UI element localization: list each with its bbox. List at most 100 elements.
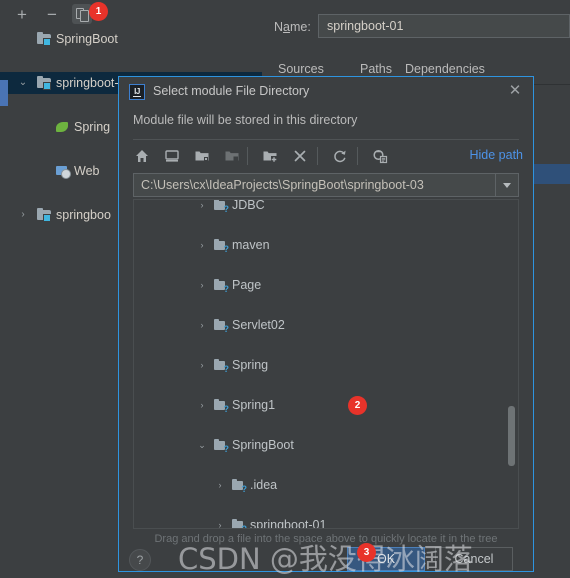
minus-icon: − (47, 4, 57, 24)
plus-icon: + (17, 4, 27, 24)
tree-row[interactable]: › ? Servlet02 (134, 315, 518, 335)
module-tree-label: SpringBoot (56, 32, 118, 46)
refresh-button[interactable] (327, 143, 353, 169)
tree-row[interactable]: ⌄ ? SpringBoot (134, 435, 518, 455)
module-tree-label: springboo (56, 208, 111, 222)
tree-row[interactable]: › ? maven (134, 235, 518, 255)
folder-unknown-icon: ? (232, 519, 247, 528)
tree-row[interactable]: › ? Spring (134, 355, 518, 375)
tab-paths[interactable]: Paths (360, 62, 392, 76)
file-tree-rows: › ? JDBC › ? maven › ? Page › ? Servlet0… (134, 199, 518, 529)
remove-module-button[interactable]: − (42, 4, 62, 24)
show-hidden-icon (373, 149, 388, 164)
copy-icon (75, 7, 89, 22)
chevron-right-icon[interactable]: › (214, 475, 226, 495)
tab-dependencies[interactable]: Dependencies (405, 62, 485, 76)
chevron-down-icon[interactable] (495, 174, 518, 196)
select-module-file-directory-dialog: IJ Select module File Directory ✕ Module… (118, 76, 534, 572)
chevron-right-icon[interactable]: › (196, 275, 208, 295)
tree-row[interactable]: › ? JDBC (134, 199, 518, 215)
project-folder-button[interactable] (189, 143, 215, 169)
module-name-input[interactable]: springboot-01 (318, 14, 570, 38)
tree-row[interactable]: › ? Spring1 (134, 395, 518, 415)
folder-unknown-icon: ? (214, 359, 229, 374)
toolbar-divider (357, 147, 358, 165)
intellij-icon-text: IJ (133, 87, 141, 97)
module-tree-label: Web (74, 164, 100, 178)
chevron-right-icon[interactable]: › (196, 395, 208, 415)
tree-row-label: Page (232, 278, 262, 292)
step-badge-2: 2 (348, 396, 367, 415)
folder-unknown-icon: ? (214, 200, 229, 214)
desktop-icon (165, 150, 179, 162)
module-toolbar: + − 1 (0, 0, 262, 28)
dialog-subtitle: Module file will be stored in this direc… (133, 113, 358, 127)
delete-button[interactable] (287, 143, 313, 169)
selection-marker (0, 80, 8, 106)
file-chooser-toolbar: Hide path (129, 143, 525, 169)
chevron-down-icon[interactable]: ⌄ (196, 435, 208, 455)
tree-row-label: JDBC (232, 199, 265, 212)
file-tree[interactable]: › ? JDBC › ? maven › ? Page › ? Servlet0… (133, 199, 519, 529)
new-folder-icon (263, 151, 277, 162)
name-label-mnemonic: a (283, 20, 290, 34)
spring-leaf-icon (56, 122, 68, 132)
home-button[interactable] (129, 143, 155, 169)
chevron-right-icon[interactable]: › (196, 200, 208, 215)
folder-unknown-icon: ? (214, 399, 229, 414)
step-badge-1: 1 (89, 2, 108, 21)
tree-row[interactable]: › ? springboot-01 (134, 515, 518, 529)
add-module-button[interactable]: + (12, 4, 32, 24)
tree-row-label: Spring1 (232, 398, 276, 412)
tree-scrollbar-thumb[interactable] (508, 406, 515, 466)
path-combobox[interactable]: C:\Users\cx\IdeaProjects\SpringBoot\spri… (133, 173, 519, 197)
folder-module-icon (37, 32, 51, 46)
step-badge-3: 3 (357, 543, 376, 562)
chevron-right-icon[interactable]: › (214, 515, 226, 528)
home-icon (136, 150, 148, 162)
chevron-right-icon[interactable]: › (196, 355, 208, 375)
cancel-button[interactable]: Cancel (435, 547, 513, 571)
tree-row-label: springboot-01 (250, 518, 327, 529)
chevron-right-icon[interactable]: › (196, 315, 208, 335)
tree-row-label: maven (232, 238, 270, 252)
project-folder-icon (195, 151, 209, 161)
module-name-value: springboot-01 (327, 19, 404, 33)
drag-drop-hint: Drag and drop a file into the space abov… (154, 533, 498, 545)
desktop-button[interactable] (159, 143, 185, 169)
show-hidden-button[interactable] (367, 143, 393, 169)
chevron-down-icon[interactable]: ⌄ (16, 72, 30, 94)
folder-module-icon (37, 208, 51, 222)
tree-row[interactable]: › ? Page (134, 275, 518, 295)
tree-scrollbar[interactable] (508, 201, 517, 528)
toolbar-divider (317, 147, 318, 165)
intellij-icon: IJ (129, 84, 145, 100)
dialog-separator (133, 139, 519, 140)
folder-module-icon (37, 76, 51, 90)
chevron-right-icon[interactable]: › (196, 235, 208, 255)
folder-unknown-icon: ? (214, 279, 229, 294)
path-value: C:\Users\cx\IdeaProjects\SpringBoot\spri… (141, 178, 424, 192)
folder-unknown-icon: ? (232, 479, 247, 494)
refresh-icon (334, 150, 346, 163)
chevron-right-icon[interactable]: › (16, 204, 30, 226)
name-label-post: me: (289, 20, 311, 34)
folder-unknown-icon: ? (214, 439, 229, 454)
parent-folder-button[interactable] (219, 143, 245, 169)
tree-row[interactable]: › ? .idea (134, 475, 518, 495)
tree-row-label: .idea (250, 478, 278, 492)
module-tree-row-springboot[interactable]: SpringBoot (0, 28, 262, 50)
new-folder-button[interactable] (257, 143, 283, 169)
delete-icon (294, 150, 306, 162)
folder-unknown-icon: ? (214, 319, 229, 334)
toolbar-divider (247, 147, 248, 165)
dialog-titlebar: IJ Select module File Directory ✕ (119, 77, 533, 107)
web-icon (56, 165, 71, 179)
name-label-pre: N (274, 20, 284, 34)
module-tree-label: Spring (74, 120, 111, 134)
tab-sources[interactable]: Sources (278, 62, 324, 76)
hide-path-link[interactable]: Hide path (469, 148, 523, 162)
name-label: Name: (274, 20, 311, 34)
close-icon[interactable]: ✕ (507, 83, 523, 99)
help-button[interactable]: ? (129, 549, 151, 571)
